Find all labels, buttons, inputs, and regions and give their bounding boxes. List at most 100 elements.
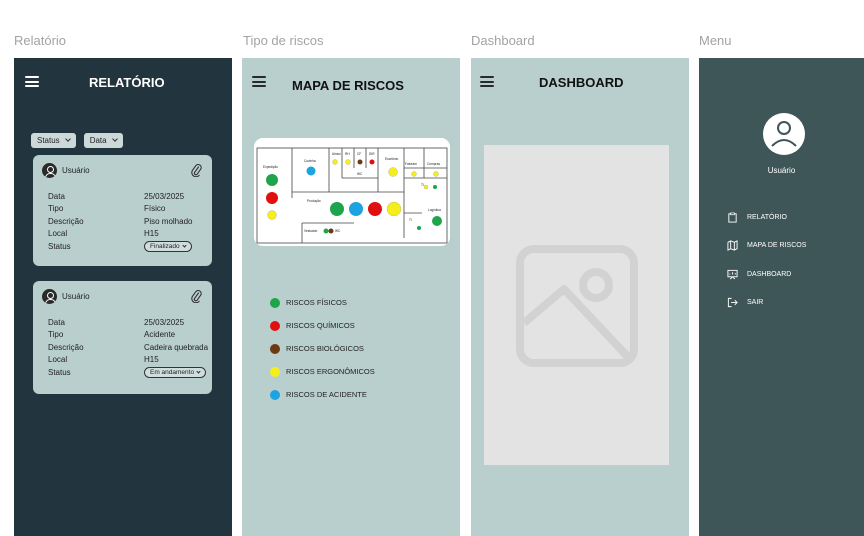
- detail-value: H15: [144, 229, 159, 239]
- report-card[interactable]: Usuário Data 25/03/2025 Tipo Físico Descri…: [33, 155, 212, 266]
- detail-label: Tipo: [48, 204, 64, 214]
- risk-marker[interactable]: [267, 210, 277, 220]
- map-label: Compras: [427, 162, 440, 166]
- map-icon: [727, 240, 738, 252]
- map-label: DIR: [369, 152, 375, 156]
- risk-marker[interactable]: [323, 228, 329, 234]
- nav-menu: RELATÓRIO MAPA DE RISCOS DASHBOARD SAIR: [727, 203, 806, 317]
- floor-plan: Expedição Cozinha Produção Logística Ves…: [256, 147, 448, 244]
- map-label: Cozinha: [304, 159, 316, 163]
- risk-map[interactable]: Expedição Cozinha Produção Logística Ves…: [254, 138, 450, 246]
- card-user: Usuário: [42, 289, 90, 304]
- risk-marker[interactable]: [432, 216, 442, 226]
- detail-value: 25/03/2025: [144, 191, 185, 201]
- detail-label: Local: [48, 229, 68, 239]
- detail-value: Físico: [144, 204, 166, 214]
- map-label: Expedição: [263, 165, 278, 169]
- frame-title-relatorio: Relatório: [14, 33, 67, 48]
- risk-marker[interactable]: [433, 171, 439, 177]
- detail-label: Local: [48, 355, 68, 365]
- status-select[interactable]: Em andamento: [144, 366, 207, 378]
- hamburger-menu-icon[interactable]: [25, 76, 39, 87]
- menu-item-sair[interactable]: SAIR: [727, 289, 806, 318]
- menu-item-label: SAIR: [747, 299, 764, 307]
- paperclip-icon[interactable]: [190, 163, 202, 177]
- risk-marker[interactable]: [266, 192, 278, 204]
- chevron-down-icon: [182, 243, 187, 248]
- menu-item-dashboard[interactable]: DASHBOARD: [727, 260, 806, 289]
- detail-row: Tipo Físico: [48, 203, 192, 216]
- detail-label: Data: [48, 317, 65, 327]
- report-details: Data 25/03/2025 Tipo Físico Descrição Piso …: [48, 190, 192, 253]
- map-label: WC: [335, 229, 341, 233]
- date-filter-select[interactable]: Data: [83, 133, 123, 148]
- risk-marker[interactable]: [369, 159, 375, 165]
- legend-label: RISCOS FÍSICOS: [286, 298, 347, 307]
- legend-dot-brown: [270, 343, 280, 354]
- legend-item: RISCOS DE ACIDENTE: [270, 383, 375, 406]
- legend-label: RISCOS ERGONÔMICOS: [286, 367, 375, 376]
- detail-value: Acidente: [144, 330, 176, 340]
- detail-label: Tipo: [48, 330, 64, 340]
- risk-marker[interactable]: [417, 226, 421, 230]
- risk-marker[interactable]: [411, 171, 417, 177]
- menu-item-mapa-riscos[interactable]: MAPA DE RISCOS: [727, 232, 806, 261]
- map-label: Almox: [332, 152, 341, 156]
- risk-marker[interactable]: [330, 202, 344, 216]
- menu-item-label: MAPA DE RISCOS: [747, 242, 807, 250]
- map-label: Vestuário: [304, 229, 318, 233]
- dashboard-screen: DASHBOARD: [471, 58, 689, 536]
- risk-marker[interactable]: [423, 184, 429, 190]
- relatorio-screen: RELATÓRIO Status Data Usuário Data 25/03/…: [14, 58, 232, 536]
- paperclip-icon[interactable]: [190, 289, 202, 303]
- detail-row: Local H15: [48, 354, 208, 367]
- report-details: Data 25/03/2025 Tipo Acidente Descrição Cad…: [48, 316, 208, 379]
- map-label: RH: [345, 152, 350, 156]
- card-user-name: Usuário: [62, 166, 90, 175]
- risk-marker[interactable]: [433, 185, 437, 189]
- card-user: Usuário: [42, 163, 90, 178]
- legend-dot-green: [270, 297, 280, 308]
- legend-label: RISCOS DE ACIDENTE: [286, 390, 367, 399]
- date-filter-label: Data: [89, 136, 107, 145]
- user-icon: [42, 163, 57, 178]
- risk-marker[interactable]: [306, 166, 316, 176]
- risk-marker[interactable]: [368, 202, 382, 216]
- frame-title-dashboard: Dashboard: [471, 33, 535, 48]
- detail-row: Local H15: [48, 228, 192, 241]
- presentation-chart-icon: [727, 269, 738, 280]
- map-label: TI: [409, 218, 412, 222]
- risk-marker[interactable]: [357, 159, 363, 165]
- menu-item-relatorio[interactable]: RELATÓRIO: [727, 203, 806, 232]
- status-filter-select[interactable]: Status: [31, 133, 76, 148]
- risk-legend: RISCOS FÍSICOS RISCOS QUÍMICOS RISCOS BI…: [270, 291, 375, 406]
- risk-marker[interactable]: [345, 159, 351, 165]
- legend-label: RISCOS BIOLÓGICOS: [286, 344, 364, 353]
- risk-marker[interactable]: [388, 167, 398, 177]
- hamburger-menu-icon[interactable]: [252, 76, 266, 87]
- risk-marker[interactable]: [328, 228, 334, 234]
- detail-label: Descrição: [48, 216, 84, 226]
- status-select[interactable]: Finalizado: [144, 240, 192, 252]
- menu-item-label: RELATÓRIO: [747, 213, 787, 221]
- risk-marker[interactable]: [349, 202, 363, 216]
- legend-item: RISCOS FÍSICOS: [270, 291, 375, 314]
- dashboard-image-placeholder: [484, 145, 669, 465]
- card-user-name: Usuário: [62, 292, 90, 301]
- detail-label: Data: [48, 191, 65, 201]
- risk-marker[interactable]: [332, 159, 338, 165]
- map-label: CF: [357, 152, 361, 156]
- map-label: TI: [421, 183, 424, 187]
- hamburger-menu-icon[interactable]: [480, 76, 494, 87]
- top-strip: [0, 0, 864, 10]
- page-title: DASHBOARD: [539, 75, 624, 90]
- page-title: MAPA DE RISCOS: [292, 78, 404, 93]
- avatar[interactable]: [763, 113, 805, 155]
- risk-marker[interactable]: [266, 174, 278, 186]
- legend-item: RISCOS ERGONÔMICOS: [270, 360, 375, 383]
- report-card[interactable]: Usuário Data 25/03/2025 Tipo Acidente Desc…: [33, 281, 212, 394]
- risk-marker[interactable]: [386, 201, 402, 217]
- detail-row: Descrição Piso molhado: [48, 215, 192, 228]
- detail-label: Descrição: [48, 342, 84, 352]
- user-icon: [42, 289, 57, 304]
